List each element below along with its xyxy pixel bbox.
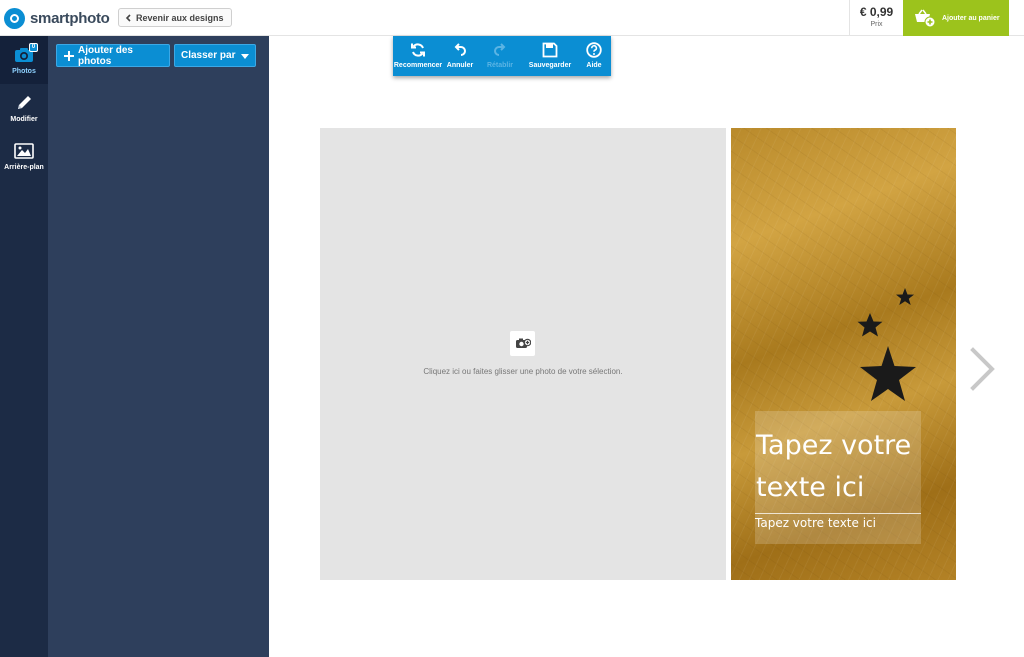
add-photos-label: Ajouter des photos (77, 44, 133, 67)
save-icon (542, 42, 558, 58)
logo-icon (4, 7, 25, 29)
subtitle-text[interactable]: Tapez votre texte ici (755, 516, 921, 530)
photo-drop-zone[interactable]: Cliquez ici ou faites glisser une photo … (320, 128, 726, 580)
sidebar-item-label: Arrière-plan (4, 164, 44, 171)
price-value: € 0,99 (859, 5, 894, 19)
chevron-left-icon (125, 13, 131, 22)
add-photos-button[interactable]: Ajouter des photos (56, 44, 170, 67)
sidebar-item-photos[interactable]: 0 Photos (0, 36, 48, 84)
back-label: Revenir aux designs (136, 12, 224, 23)
top-header: smartphoto Revenir aux designs € 0,99 Pr… (0, 0, 1024, 36)
logo-text: smartphoto (30, 9, 110, 27)
help-icon (586, 42, 602, 58)
sidebar-item-label: Photos (12, 68, 36, 75)
photos-panel: Ajouter des photos Classer par (48, 36, 269, 657)
sidebar-item-background[interactable]: Arrière-plan (0, 132, 48, 180)
undo-button[interactable]: Annuler (443, 36, 477, 76)
price-label: Prix (870, 21, 883, 28)
edit-toolbar: Recommencer Annuler Rétablir Sauvegarder (393, 36, 611, 76)
image-icon (14, 143, 34, 159)
drop-instructions: Cliquez ici ou faites glisser une photo … (423, 367, 623, 376)
smartphoto-logo[interactable]: smartphoto (4, 7, 110, 29)
add-photo-icon[interactable] (510, 331, 535, 356)
price-box: € 0,99 Prix (849, 0, 903, 36)
left-sidebar: 0 Photos Modifier Arrière-plan (0, 36, 48, 657)
help-button[interactable]: Aide (577, 36, 611, 76)
sidebar-item-modifier[interactable]: Modifier (0, 84, 48, 132)
caret-down-icon (241, 54, 249, 59)
title-text[interactable]: Tapez votre texte ici (755, 425, 921, 509)
star-medium (857, 313, 883, 337)
save-label: Sauvegarder (528, 62, 572, 69)
save-button[interactable]: Sauvegarder (523, 36, 577, 76)
sort-label: Classer par (181, 50, 236, 61)
pencil-icon (18, 96, 31, 109)
sidebar-item-label: Modifier (10, 116, 38, 123)
undo-label: Annuler (446, 62, 474, 69)
restart-button[interactable]: Recommencer (393, 36, 443, 76)
star-small (896, 288, 914, 305)
star-large (860, 346, 916, 401)
add-to-cart-button[interactable]: Ajouter au panier (903, 0, 1009, 36)
next-page-arrow-icon[interactable] (968, 346, 998, 392)
stars-decoration (857, 288, 916, 401)
back-to-designs-button[interactable]: Revenir aux designs (118, 8, 232, 27)
help-label: Aide (586, 62, 602, 69)
undo-icon (454, 43, 466, 56)
redo-icon (494, 43, 506, 56)
text-box[interactable]: Tapez votre texte ici Tapez votre texte … (755, 411, 921, 544)
cart-label: Ajouter au panier (942, 14, 1000, 22)
title-line-2: texte ici (756, 472, 865, 503)
redo-label: Rétablir (486, 62, 514, 69)
text-divider (755, 513, 921, 514)
refresh-icon (411, 43, 425, 57)
redo-button[interactable]: Rétablir (477, 36, 523, 76)
photos-count-badge: 0 (29, 43, 38, 52)
restart-label: Recommencer (393, 62, 443, 69)
cart-plus-icon (915, 9, 936, 27)
design-panel[interactable]: Tapez votre texte ici Tapez votre texte … (731, 128, 956, 580)
sort-by-dropdown[interactable]: Classer par (174, 44, 256, 67)
title-line-1: Tapez votre (756, 430, 912, 461)
plus-icon (64, 50, 74, 61)
